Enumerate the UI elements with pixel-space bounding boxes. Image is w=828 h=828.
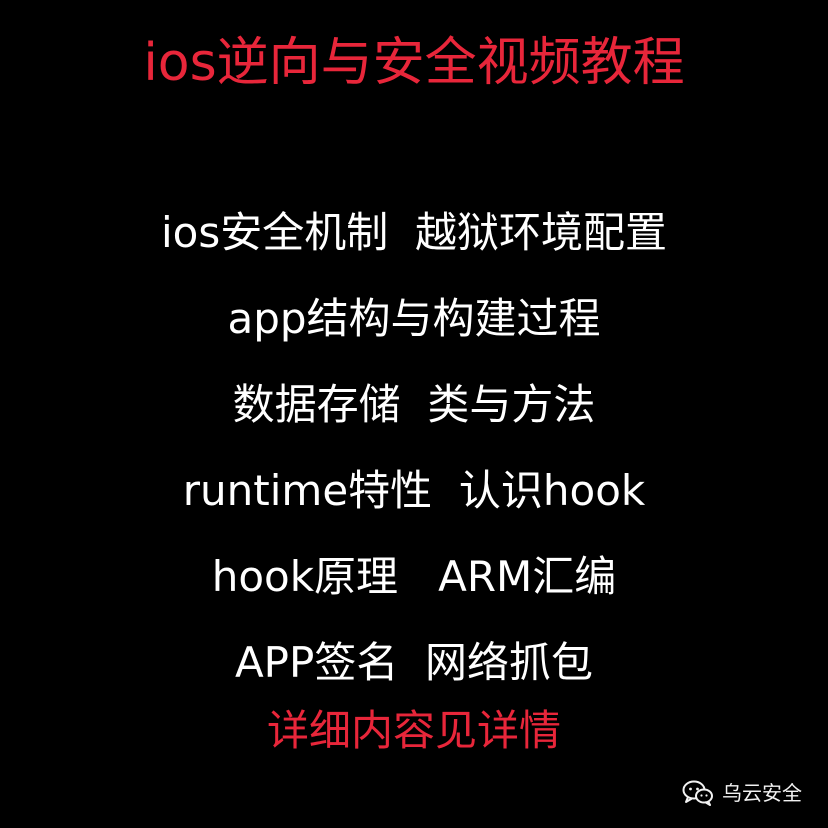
topic-list: ios安全机制 越狱环境配置 app结构与构建过程 数据存储 类与方法 runt…: [0, 190, 828, 706]
topic-line: 数据存储 类与方法: [232, 380, 596, 429]
account-watermark: 乌云安全: [682, 780, 802, 806]
details-note: 详细内容见详情: [266, 706, 561, 755]
topic-line: app结构与构建过程: [227, 294, 601, 343]
topic-line: hook原理 ARM汇编: [211, 552, 617, 601]
wechat-icon: [682, 780, 713, 806]
topic-line: ios安全机制 越狱环境配置: [161, 208, 667, 257]
page-title: ios逆向与安全视频教程: [143, 33, 685, 93]
topic-line: runtime特性 认识hook: [182, 466, 646, 515]
watermark-label: 乌云安全: [722, 781, 802, 805]
poster: ios逆向与安全视频教程 ios安全机制 越狱环境配置 app结构与构建过程 数…: [0, 0, 828, 828]
